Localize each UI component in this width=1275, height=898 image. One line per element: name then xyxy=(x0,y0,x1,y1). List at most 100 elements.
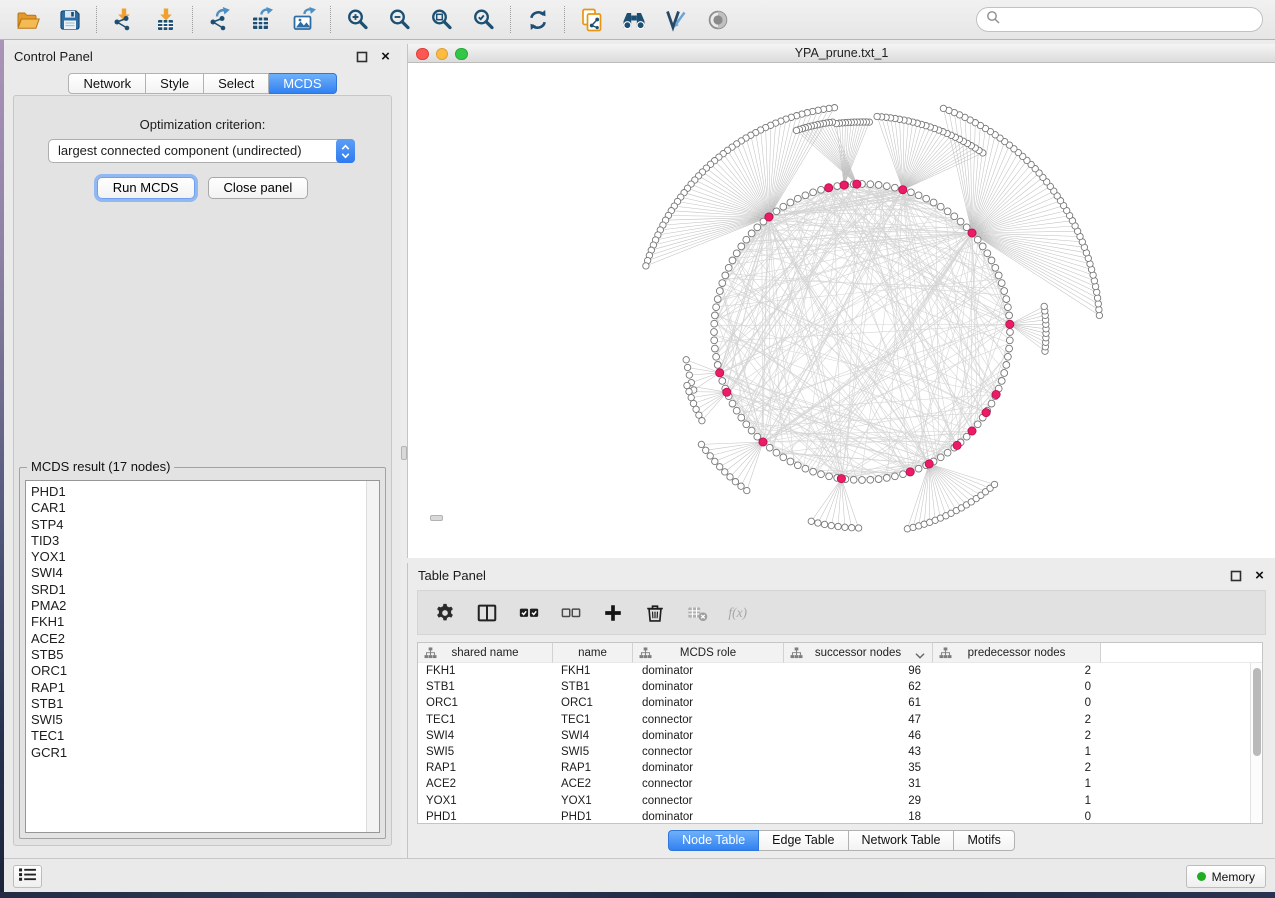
search-input[interactable] xyxy=(1006,13,1253,27)
select-all-icon[interactable] xyxy=(517,601,541,625)
mcds-node-item[interactable]: ORC1 xyxy=(31,663,379,679)
column-header-predecessor-nodes[interactable]: predecessor nodes xyxy=(933,643,1101,663)
refresh-view-icon[interactable] xyxy=(524,6,551,33)
zoom-in-icon[interactable] xyxy=(344,6,371,33)
column-header-shared-name[interactable]: shared name xyxy=(418,643,553,663)
table-panel-title: Table Panel xyxy=(408,563,1275,589)
open-file-icon[interactable] xyxy=(14,6,41,33)
float-table-panel-icon[interactable] xyxy=(1229,569,1242,582)
column-header-mcds-role[interactable]: MCDS role xyxy=(633,643,784,663)
mcds-node-item[interactable]: SWI4 xyxy=(31,565,379,581)
result-list-scrollbar[interactable] xyxy=(366,481,379,832)
main-toolbar xyxy=(0,0,1275,40)
mcds-node-item[interactable]: SWI5 xyxy=(31,712,379,728)
run-mcds-button[interactable]: Run MCDS xyxy=(97,177,195,199)
import-network-icon[interactable] xyxy=(110,6,137,33)
namespace-icon xyxy=(939,647,952,659)
table-row[interactable]: SWI5 SWI5 connector 43 1 xyxy=(418,744,1250,760)
close-table-panel-icon[interactable]: × xyxy=(1253,569,1266,582)
zoom-selected-icon[interactable] xyxy=(470,6,497,33)
column-header-name[interactable]: name xyxy=(553,643,633,663)
table-scrollbar-thumb[interactable] xyxy=(1253,668,1261,756)
deselect-all-icon[interactable] xyxy=(559,601,583,625)
column-view-icon[interactable] xyxy=(475,601,499,625)
tab-network[interactable]: Network xyxy=(68,73,146,94)
tab-select[interactable]: Select xyxy=(204,73,269,94)
optimization-criterion-select[interactable]: largest connected component (undirected) xyxy=(48,139,355,163)
namespace-icon xyxy=(424,647,437,659)
zoom-out-icon[interactable] xyxy=(386,6,413,33)
tab-node-table[interactable]: Node Table xyxy=(668,830,759,851)
function-builder-icon: f(x) xyxy=(727,601,751,625)
show-graphics-icon[interactable] xyxy=(704,6,731,33)
table-row[interactable]: SWI4 SWI4 dominator 46 2 xyxy=(418,728,1250,744)
column-header-successor-nodes[interactable]: successor nodes xyxy=(784,643,933,663)
mcds-node-item[interactable]: CAR1 xyxy=(31,500,379,516)
memory-button[interactable]: Memory xyxy=(1186,865,1266,888)
export-image-icon[interactable] xyxy=(290,6,317,33)
control-panel-title: Control Panel xyxy=(4,44,401,70)
table-row[interactable]: TEC1 TEC1 connector 47 2 xyxy=(418,712,1250,728)
tab-motifs[interactable]: Motifs xyxy=(954,830,1014,851)
zoom-fit-icon[interactable] xyxy=(428,6,455,33)
mcds-node-item[interactable]: ACE2 xyxy=(31,631,379,647)
table-row[interactable]: YOX1 YOX1 connector 29 1 xyxy=(418,793,1250,809)
table-row[interactable]: FKH1 FKH1 dominator 96 2 xyxy=(418,663,1250,679)
mcds-node-item[interactable]: GCR1 xyxy=(31,745,379,761)
task-history-button[interactable] xyxy=(13,865,42,888)
search-box[interactable] xyxy=(976,7,1263,32)
clone-network-icon[interactable] xyxy=(578,6,605,33)
close-window-icon[interactable] xyxy=(416,48,429,61)
table-row[interactable]: ACE2 ACE2 connector 31 1 xyxy=(418,776,1250,792)
mcds-node-item[interactable]: STB1 xyxy=(31,696,379,712)
desktop-wallpaper-bottom xyxy=(0,892,1275,898)
network-window-titlebar[interactable]: YPA_prune.txt_1 xyxy=(408,44,1275,63)
find-network-icon[interactable] xyxy=(620,6,647,33)
export-network-icon[interactable] xyxy=(206,6,233,33)
maximize-window-icon[interactable] xyxy=(455,48,468,61)
mcds-node-item[interactable]: TEC1 xyxy=(31,728,379,744)
table-row[interactable]: ORC1 ORC1 dominator 61 0 xyxy=(418,695,1250,711)
vizmapper-icon[interactable] xyxy=(662,6,689,33)
mcds-node-item[interactable]: FKH1 xyxy=(31,614,379,630)
mcds-node-item[interactable]: STB5 xyxy=(31,647,379,663)
mcds-node-item[interactable]: STP4 xyxy=(31,517,379,533)
splitter-grip-horizontal-icon[interactable] xyxy=(430,515,443,521)
table-scrollbar[interactable] xyxy=(1250,663,1262,823)
header-filler xyxy=(1101,643,1262,663)
mcds-node-item[interactable]: SRD1 xyxy=(31,582,379,598)
mcds-result-list: PHD1CAR1STP4TID3YOX1SWI4SRD1PMA2FKH1ACE2… xyxy=(25,480,380,833)
float-panel-icon[interactable] xyxy=(355,50,368,63)
mcds-node-item[interactable]: PMA2 xyxy=(31,598,379,614)
dropdown-stepper-icon xyxy=(336,139,355,163)
mcds-panel: Optimization criterion: largest connecte… xyxy=(13,95,392,846)
selected-criterion: largest connected component (undirected) xyxy=(49,140,354,162)
tab-network-table[interactable]: Network Table xyxy=(849,830,955,851)
table-row[interactable]: PHD1 PHD1 dominator 18 0 xyxy=(418,809,1250,823)
mcds-result-items: PHD1CAR1STP4TID3YOX1SWI4SRD1PMA2FKH1ACE2… xyxy=(26,481,379,761)
export-table-icon[interactable] xyxy=(248,6,275,33)
table-row[interactable]: RAP1 RAP1 dominator 35 2 xyxy=(418,760,1250,776)
close-panel-icon[interactable]: × xyxy=(379,50,392,63)
table-header-row: shared namenameMCDS rolesuccessor nodesp… xyxy=(418,643,1262,663)
close-panel-button[interactable]: Close panel xyxy=(208,177,309,199)
tab-style[interactable]: Style xyxy=(146,73,204,94)
network-graph[interactable] xyxy=(408,64,1275,557)
memory-status-icon xyxy=(1197,872,1206,881)
network-canvas[interactable] xyxy=(408,64,1275,558)
save-session-icon[interactable] xyxy=(56,6,83,33)
import-table-icon[interactable] xyxy=(152,6,179,33)
tab-mcds[interactable]: MCDS xyxy=(269,73,336,94)
delete-column-icon[interactable] xyxy=(643,601,667,625)
network-view-frame: YPA_prune.txt_1 xyxy=(407,44,1275,558)
add-column-icon[interactable] xyxy=(601,601,625,625)
tab-edge-table[interactable]: Edge Table xyxy=(759,830,848,851)
minimize-window-icon[interactable] xyxy=(436,48,449,61)
control-panel-tabs: NetworkStyleSelectMCDS xyxy=(4,73,401,94)
mcds-node-item[interactable]: RAP1 xyxy=(31,680,379,696)
settings-icon[interactable] xyxy=(433,601,457,625)
mcds-node-item[interactable]: YOX1 xyxy=(31,549,379,565)
mcds-node-item[interactable]: TID3 xyxy=(31,533,379,549)
mcds-node-item[interactable]: PHD1 xyxy=(31,484,379,500)
table-row[interactable]: STB1 STB1 dominator 62 0 xyxy=(418,679,1250,695)
